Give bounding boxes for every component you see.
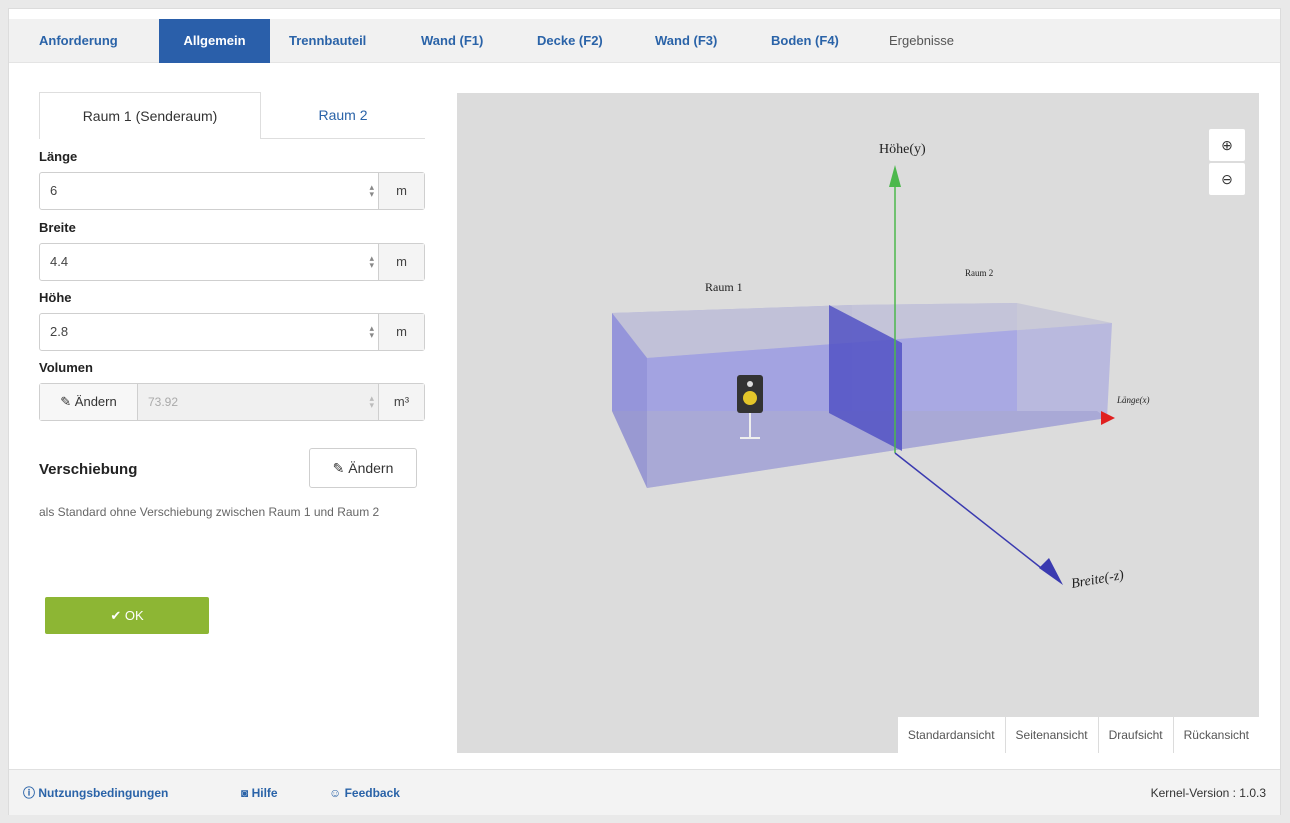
footer-link-hilfe[interactable]: ◙ Hilfe (241, 770, 278, 816)
footer-link-nutzungsbedingungen[interactable]: ⓘ Nutzungsbedingungen (23, 770, 168, 816)
breite-label: Breite (39, 220, 76, 235)
volumen-field: ✎ Ändern 73.92 ▴ ▾ m³ (39, 383, 425, 421)
breite-stepper-icon[interactable]: ▴ ▾ (369, 254, 374, 270)
room-3d-viewer[interactable]: Höhe(y) Breite(-z) Länge(x) Raum 1 Raum … (457, 93, 1259, 753)
tab-decke-f2[interactable]: Decke (F2) (523, 19, 617, 63)
zoom-in-icon[interactable]: ⊕ (1209, 129, 1245, 161)
tab-wand-f1[interactable]: Wand (F1) (407, 19, 497, 63)
verschiebung-andern-label: Ändern (348, 460, 394, 476)
axis-x-label: Länge(x) (1116, 395, 1150, 405)
rueckansicht-button[interactable]: Rückansicht (1172, 717, 1259, 753)
verschiebung-description: als Standard ohne Verschiebung zwischen … (39, 505, 380, 519)
nutzungsbedingungen-label: Nutzungsbedingungen (38, 786, 169, 800)
app-window: Anforderung Allgemein Trennbauteil Wand … (8, 8, 1281, 815)
footer-link-feedback[interactable]: ☺ Feedback (329, 770, 400, 816)
tab-raum-2[interactable]: Raum 2 (261, 92, 425, 139)
hoehe-value[interactable]: 2.8 (50, 314, 68, 350)
tab-trennbauteil[interactable]: Trennbauteil (275, 19, 380, 63)
laenge-unit: m (378, 173, 424, 209)
axis-z-arrow (1039, 558, 1063, 585)
hoehe-field[interactable]: 2.8 ▴ ▾ m (39, 313, 425, 351)
speaker-cone (743, 391, 757, 405)
axis-y-arrow (889, 165, 901, 187)
tab-boden-f4[interactable]: Boden (F4) (757, 19, 853, 63)
volumen-andern-label: Ändern (74, 394, 117, 409)
tab-allgemein[interactable]: Allgemein (159, 19, 270, 63)
footer: ⓘ Nutzungsbedingungen ◙ Hilfe ☺ Feedback… (9, 769, 1280, 815)
kernel-version: Kernel-Version : 1.0.3 (1150, 786, 1266, 800)
axis-x-arrow (1101, 411, 1115, 425)
zoom-out-icon[interactable]: ⊖ (1209, 163, 1245, 195)
room-3d-scene: Höhe(y) Breite(-z) Länge(x) Raum 1 Raum … (612, 142, 1150, 592)
tab-divider (261, 138, 425, 139)
feedback-icon: ☺ (329, 786, 345, 800)
hoehe-unit: m (378, 314, 424, 350)
volumen-stepper-icon: ▴ ▾ (369, 393, 374, 410)
laenge-value[interactable]: 6 (50, 173, 57, 209)
axis-z-line (894, 452, 1046, 572)
breite-field[interactable]: 4.4 ▴ ▾ m (39, 243, 425, 281)
standardansicht-button[interactable]: Standardansicht (896, 717, 1005, 753)
laenge-stepper-icon[interactable]: ▴ ▾ (369, 183, 374, 199)
tab-anforderung[interactable]: Anforderung (25, 19, 132, 63)
seitenansicht-button[interactable]: Seitenansicht (1004, 717, 1098, 753)
hoehe-label: Höhe (39, 290, 72, 305)
info-icon: ⓘ (23, 786, 39, 800)
room-2-label: Raum 2 (965, 268, 993, 278)
tab-ergebnisse[interactable]: Ergebnisse (875, 19, 968, 63)
axis-y-label: Höhe(y) (879, 142, 926, 157)
laenge-label: Länge (39, 149, 78, 164)
feedback-label: Feedback (344, 786, 400, 800)
edit-icon: ✎ (60, 394, 75, 409)
room-1-label: Raum 1 (705, 280, 743, 294)
draufsicht-button[interactable]: Draufsicht (1097, 717, 1173, 753)
breite-value[interactable]: 4.4 (50, 244, 68, 280)
help-icon: ◙ (241, 786, 252, 800)
volumen-unit: m³ (378, 384, 424, 420)
hilfe-label: Hilfe (251, 786, 278, 800)
laenge-field[interactable]: 6 ▴ ▾ m (39, 172, 425, 210)
volumen-andern-button[interactable]: ✎ Ändern (40, 384, 138, 420)
verschiebung-title: Verschiebung (39, 461, 138, 478)
axis-z-label: Breite(-z) (1070, 568, 1125, 592)
view-buttons: Standardansicht Seitenansicht Draufsicht… (896, 717, 1259, 753)
volumen-label: Volumen (39, 360, 93, 375)
edit-icon: ✎ (332, 460, 349, 476)
verschiebung-andern-button[interactable]: ✎ Ändern (309, 448, 417, 488)
main-tab-bar: Anforderung Allgemein Trennbauteil Wand … (9, 19, 1280, 63)
ok-button[interactable]: ✔ OK (45, 597, 209, 634)
breite-unit: m (378, 244, 424, 280)
speaker-tweeter (747, 381, 753, 387)
volumen-value: 73.92 (148, 395, 179, 409)
tab-wand-f3[interactable]: Wand (F3) (641, 19, 731, 63)
tab-raum-1[interactable]: Raum 1 (Senderaum) (39, 92, 261, 139)
hoehe-stepper-icon[interactable]: ▴ ▾ (369, 324, 374, 340)
